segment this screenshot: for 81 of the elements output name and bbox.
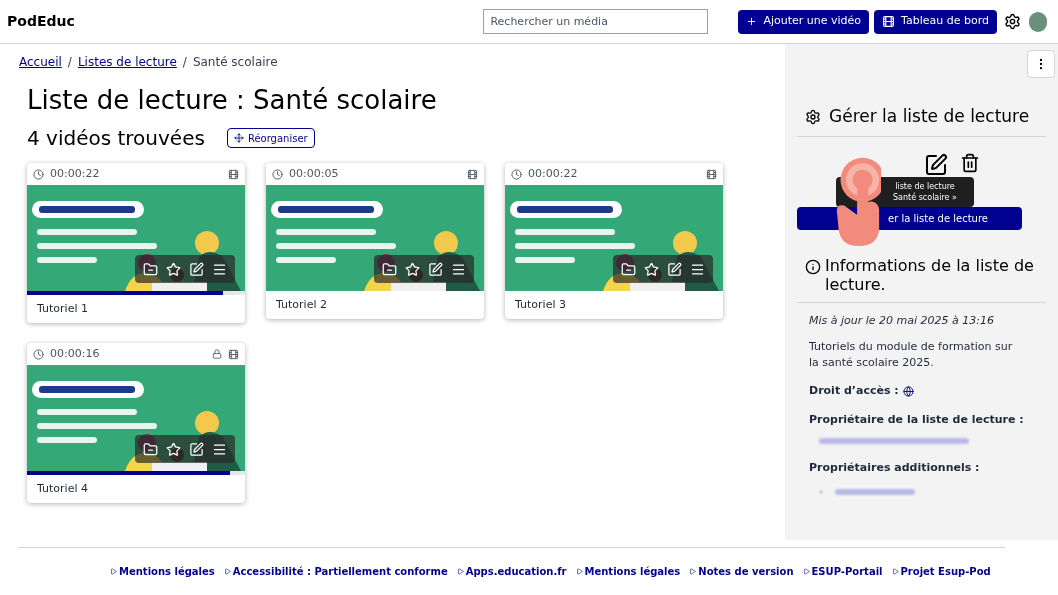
play-icon <box>456 568 464 575</box>
updated-date: Mis à jour le 20 mai 2025 à 13:16 <box>809 312 996 329</box>
tooltip-text: Santé scolaire » <box>893 192 957 203</box>
info-icon <box>805 258 821 275</box>
settings-icon[interactable] <box>1004 13 1021 30</box>
breadcrumb-separator: / <box>67 54 72 71</box>
film-icon <box>882 15 896 28</box>
avatar[interactable] <box>1029 11 1047 32</box>
menu-icon[interactable] <box>451 261 466 277</box>
folder-icon[interactable] <box>621 261 636 277</box>
footer-link[interactable]: ESUP-Portail <box>802 564 883 579</box>
move-icon <box>233 133 244 143</box>
breadcrumb-link[interactable]: Listes de lecture <box>77 53 177 71</box>
breadcrumb-link[interactable]: Accueil <box>19 53 62 71</box>
breadcrumb-separator: / <box>182 54 187 71</box>
footer-link[interactable]: Mentions légales <box>575 564 681 579</box>
film-icon <box>706 168 717 180</box>
play-icon <box>575 568 583 575</box>
owner-label: Propriétaire de la liste de lecture : <box>809 411 1025 428</box>
film-icon <box>467 168 478 180</box>
footer-link[interactable]: Apps.education.fr <box>456 564 567 579</box>
edit-icon[interactable] <box>923 152 948 177</box>
star-icon[interactable] <box>405 261 420 277</box>
video-title[interactable]: Tutoriel 2 <box>276 296 327 314</box>
footer-link[interactable]: Notes de version <box>689 564 794 579</box>
clock-icon <box>272 168 283 180</box>
edit-icon[interactable] <box>189 441 204 457</box>
tooltip-text: liste de lecture <box>895 181 955 192</box>
video-duration: 00:00:22 <box>50 165 100 182</box>
dashboard-button[interactable]: Tableau de bord <box>874 9 997 34</box>
plus-icon <box>746 16 758 27</box>
film-icon <box>228 168 239 180</box>
clock-icon <box>33 348 44 360</box>
film-icon <box>228 348 239 360</box>
section-heading: Informations de la liste de lecture. <box>825 255 1035 294</box>
breadcrumb-current: Santé scolaire <box>192 54 278 71</box>
video-duration: 00:00:16 <box>50 345 100 362</box>
access-label: Droit d’accès : <box>809 383 899 399</box>
clock-icon <box>33 168 44 180</box>
settings-icon <box>805 108 821 125</box>
page-title: Liste de lecture : Santé scolaire <box>27 84 438 117</box>
description: Tutoriels du module de formation sur la santé scolaire 2025. <box>809 339 1014 371</box>
trash-icon[interactable] <box>959 152 980 173</box>
folder-icon[interactable] <box>143 261 158 277</box>
menu-icon[interactable] <box>212 261 227 277</box>
video-card[interactable]: 00:00:22 Tutoriel 1 <box>27 163 245 323</box>
additional-owners-label: Propriétaires additionnels : <box>809 460 981 476</box>
video-duration: 00:00:22 <box>528 165 578 182</box>
results-count: 4 vidéos trouvées <box>27 125 205 152</box>
menu-icon[interactable] <box>690 261 705 277</box>
edit-icon[interactable] <box>667 261 682 277</box>
play-icon <box>223 568 231 575</box>
video-title[interactable]: Tutoriel 3 <box>515 296 566 314</box>
video-card[interactable]: 00:00:22 Tutoriel 3 <box>505 163 723 319</box>
clock-icon <box>511 168 522 180</box>
star-icon[interactable] <box>166 441 181 457</box>
add-video-button[interactable]: Ajouter une vidéo <box>738 9 870 34</box>
video-duration: 00:00:05 <box>289 165 339 182</box>
globe-icon <box>902 385 914 397</box>
edit-icon[interactable] <box>428 261 443 277</box>
play-icon <box>110 568 117 575</box>
edit-icon[interactable] <box>189 261 204 277</box>
footer-link[interactable]: Mentions légales <box>110 564 215 579</box>
star-icon[interactable] <box>166 261 181 277</box>
play-icon <box>802 568 810 575</box>
folder-icon[interactable] <box>382 261 397 277</box>
search-field[interactable]: Rechercher un média <box>483 9 709 34</box>
play-icon <box>891 568 899 575</box>
folder-icon[interactable] <box>143 441 158 457</box>
footer-link[interactable]: Accessibilité : Partiellement conforme <box>223 564 448 579</box>
brand-logo[interactable]: PodEduc <box>7 11 75 32</box>
reorder-button[interactable]: Réorganiser <box>226 128 315 148</box>
video-title[interactable]: Tutoriel 1 <box>37 300 88 318</box>
video-card[interactable]: 00:00:05 Tutoriel 2 <box>266 163 484 319</box>
star-icon[interactable] <box>644 261 659 277</box>
section-heading: Gérer la liste de lecture <box>829 105 1030 128</box>
video-card[interactable]: 00:00:16 Tutoriel 4 <box>27 343 245 503</box>
menu-icon[interactable] <box>212 441 227 457</box>
footer-link[interactable]: Projet Esup-Pod <box>891 564 991 579</box>
video-title[interactable]: Tutoriel 4 <box>37 480 88 498</box>
play-icon <box>689 568 697 575</box>
